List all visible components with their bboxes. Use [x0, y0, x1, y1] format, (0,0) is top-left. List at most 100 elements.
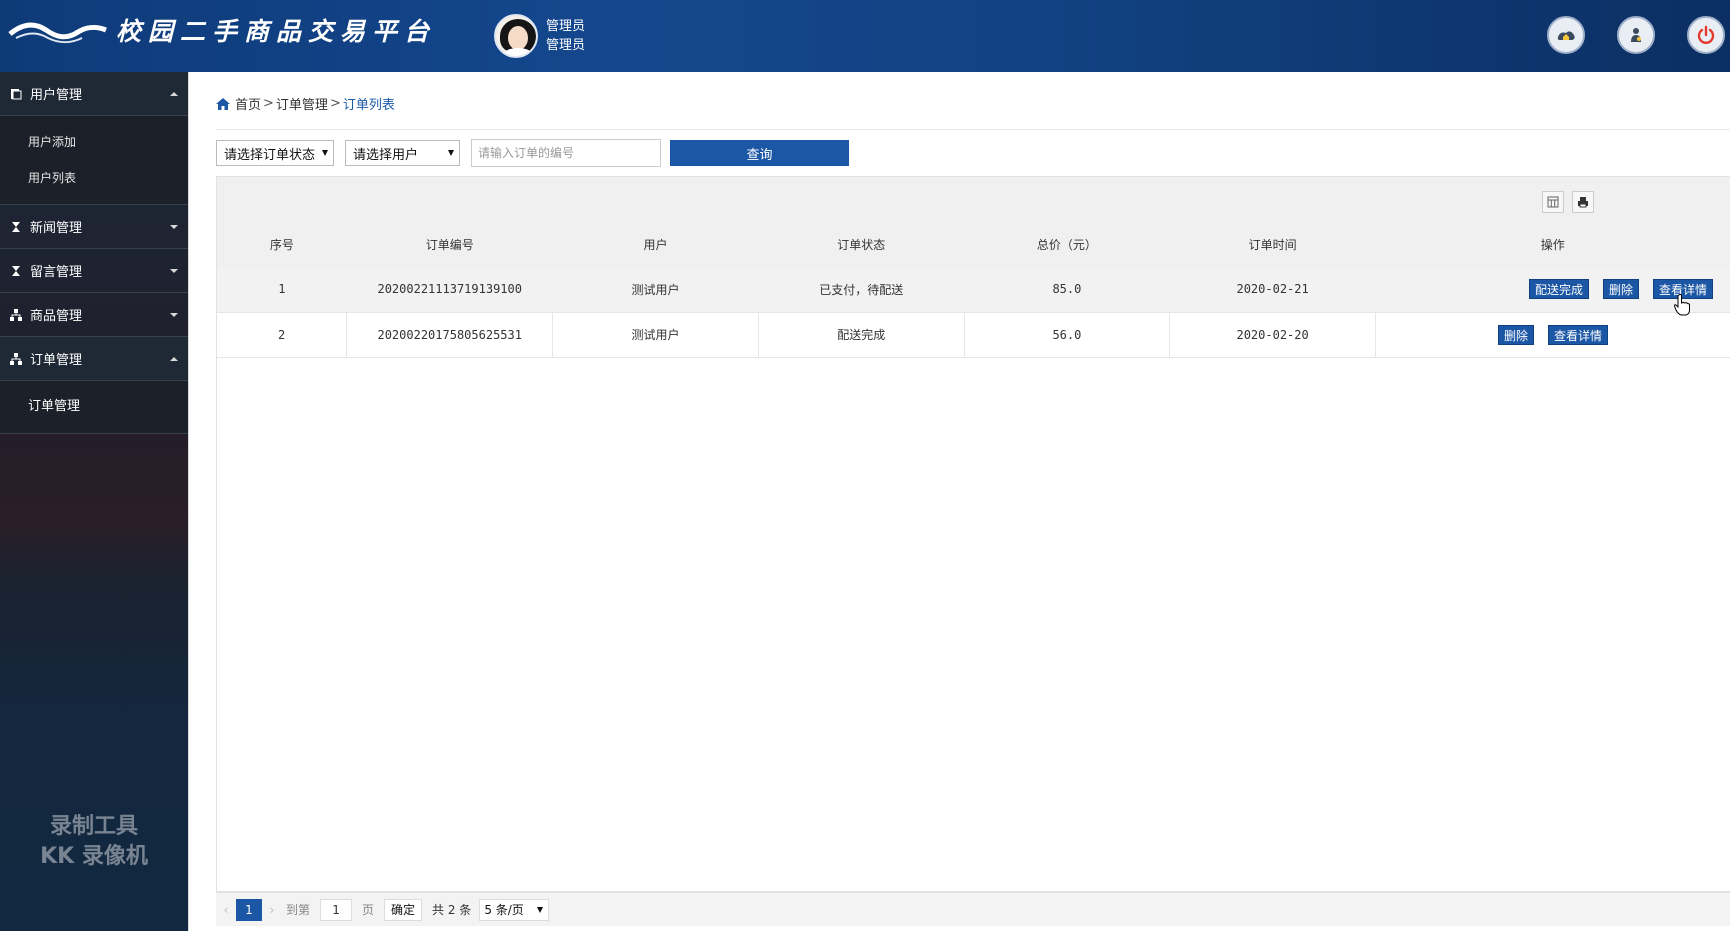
user-icon	[1631, 28, 1641, 42]
sidebar-item-user-list[interactable]: 用户列表	[0, 160, 188, 196]
profile-button[interactable]	[1617, 16, 1655, 54]
next-page-icon[interactable]: ›	[262, 903, 282, 917]
page-size-select[interactable]: 5 条/页	[479, 898, 550, 921]
watermark-line1: 录制工具	[49, 814, 138, 839]
chevron-down-icon	[170, 313, 178, 317]
order-status-select[interactable]: 请选择订单状态	[216, 140, 334, 166]
sidebar-section-goods[interactable]: 商品管理	[0, 293, 188, 337]
print-button[interactable]	[1572, 191, 1594, 213]
dropdown-arrow-icon	[322, 150, 328, 156]
cell-index: 2	[217, 312, 348, 358]
col-header-actions: 操作	[1375, 221, 1730, 267]
sidebar-item-order-manage[interactable]: 订单管理	[0, 389, 188, 425]
query-button[interactable]: 查询	[670, 140, 849, 166]
order-table: 序号 订单编号 用户 订单状态 总价（元） 订单时间 操作 1 20200221…	[217, 221, 1730, 358]
sidebar-section-label: 留言管理	[30, 265, 83, 280]
breadcrumb-home[interactable]: 首页	[235, 94, 261, 113]
recording-watermark: 录制工具 KK 录像机	[0, 812, 188, 872]
hourglass-icon	[12, 222, 20, 232]
home-button[interactable]	[1547, 16, 1585, 54]
col-header-order-no[interactable]: 订单编号	[346, 221, 553, 267]
delete-button[interactable]: 删除	[1497, 324, 1534, 345]
sidebar-item-user-add[interactable]: 用户添加	[0, 124, 188, 160]
chevron-down-icon	[170, 225, 178, 229]
page-label: 页	[362, 903, 375, 917]
top-header: 校园二手商品交易平台 管理员 管理员	[0, 0, 1730, 72]
table-toolbar	[217, 177, 1730, 221]
user-select-value: 请选择用户	[353, 147, 419, 163]
dropdown-arrow-icon	[448, 150, 454, 156]
user-name: 管理员	[546, 38, 586, 53]
chevron-up-icon	[170, 92, 178, 96]
hand-cursor-icon	[1674, 294, 1690, 316]
user-role: 管理员	[546, 19, 586, 34]
breadcrumb-orders[interactable]: 订单管理	[276, 94, 328, 113]
sidebar-section-orders[interactable]: 订单管理	[0, 337, 188, 381]
cell-total: 85.0	[964, 267, 1170, 313]
cell-index: 1	[217, 267, 347, 313]
col-header-user[interactable]: 用户	[552, 221, 759, 267]
home-icon	[1557, 31, 1575, 40]
chevron-down-icon	[170, 269, 178, 273]
breadcrumb-separator: >	[329, 96, 341, 111]
cell-status: 已支付，待配送	[758, 267, 965, 313]
divider	[216, 129, 1730, 130]
goto-confirm-button[interactable]: 确定	[384, 898, 423, 921]
cell-order-no: 20200220175805625531	[346, 312, 554, 358]
watermark-line2: KK 录像机	[40, 844, 148, 869]
cell-user: 测试用户	[552, 312, 759, 358]
user-select[interactable]: 请选择用户	[345, 140, 460, 166]
column-filter-button[interactable]	[1542, 191, 1564, 213]
cell-actions: 删除 查看详情	[1375, 312, 1730, 358]
home-icon	[216, 97, 230, 110]
table-row[interactable]: 2 20200220175805625531 测试用户 配送完成 56.0 20…	[217, 312, 1730, 358]
breadcrumb-separator: >	[263, 96, 274, 111]
sitemap-icon	[10, 353, 22, 365]
view-detail-button[interactable]: 查看详情	[1547, 324, 1608, 345]
cell-time: 2020-02-20	[1169, 312, 1376, 358]
sidebar-section-messages[interactable]: 留言管理	[0, 249, 188, 293]
sidebar-submenu-orders: 订单管理	[0, 381, 188, 434]
cell-total: 56.0	[964, 312, 1171, 358]
sidebar-section-news[interactable]: 新闻管理	[0, 205, 188, 249]
cell-user: 测试用户	[552, 267, 759, 313]
table-header-row: 序号 订单编号 用户 订单状态 总价（元） 订单时间 操作	[217, 221, 1730, 267]
sidebar-section-label: 订单管理	[30, 353, 83, 368]
col-header-time[interactable]: 订单时间	[1169, 221, 1376, 267]
current-page[interactable]: 1	[236, 898, 262, 921]
user-info: 管理员 管理员	[546, 17, 585, 55]
page-size-value: 5 条/页	[484, 902, 524, 917]
table-row[interactable]: 1 20200221113719139100 测试用户 已支付，待配送 85.0…	[217, 267, 1730, 313]
columns-icon	[1547, 196, 1559, 208]
col-header-total[interactable]: 总价（元）	[964, 221, 1170, 267]
goto-label: 到第	[286, 903, 311, 917]
goto-page-input[interactable]: 1	[320, 898, 353, 921]
order-table-panel: 序号 订单编号 用户 订单状态 总价（元） 订单时间 操作 1 20200221…	[216, 176, 1730, 892]
print-icon	[1578, 197, 1588, 208]
logout-button[interactable]	[1687, 16, 1725, 54]
delete-button[interactable]: 删除	[1602, 279, 1639, 300]
col-header-status[interactable]: 订单状态	[758, 221, 965, 267]
site-title: 校园二手商品交易平台	[116, 17, 437, 46]
order-status-select-value: 请选择订单状态	[224, 147, 316, 163]
cell-status: 配送完成	[758, 312, 965, 358]
cell-time: 2020-02-21	[1169, 267, 1376, 313]
sidebar-section-label: 新闻管理	[30, 221, 83, 236]
power-icon	[1697, 25, 1715, 44]
avatar[interactable]	[494, 14, 538, 58]
user-manage-icon	[11, 89, 22, 100]
sidebar-submenu-users: 用户添加 用户列表	[0, 116, 188, 205]
prev-page-icon[interactable]: ‹	[216, 903, 236, 917]
deliver-complete-button[interactable]: 配送完成	[1528, 279, 1589, 300]
chevron-up-icon	[170, 357, 178, 361]
sidebar-section-users[interactable]: 用户管理	[0, 72, 188, 116]
sidebar-section-label: 用户管理	[30, 88, 83, 103]
order-no-input[interactable]	[471, 139, 661, 167]
dropdown-arrow-icon	[537, 906, 544, 913]
col-header-index[interactable]: 序号	[217, 221, 347, 267]
breadcrumb-current: 订单列表	[342, 98, 395, 113]
sidebar-section-label: 商品管理	[30, 309, 83, 324]
hourglass-icon	[12, 266, 20, 276]
logo-wave-icon	[8, 22, 107, 44]
cell-order-no: 20200221113719139100	[346, 267, 553, 313]
